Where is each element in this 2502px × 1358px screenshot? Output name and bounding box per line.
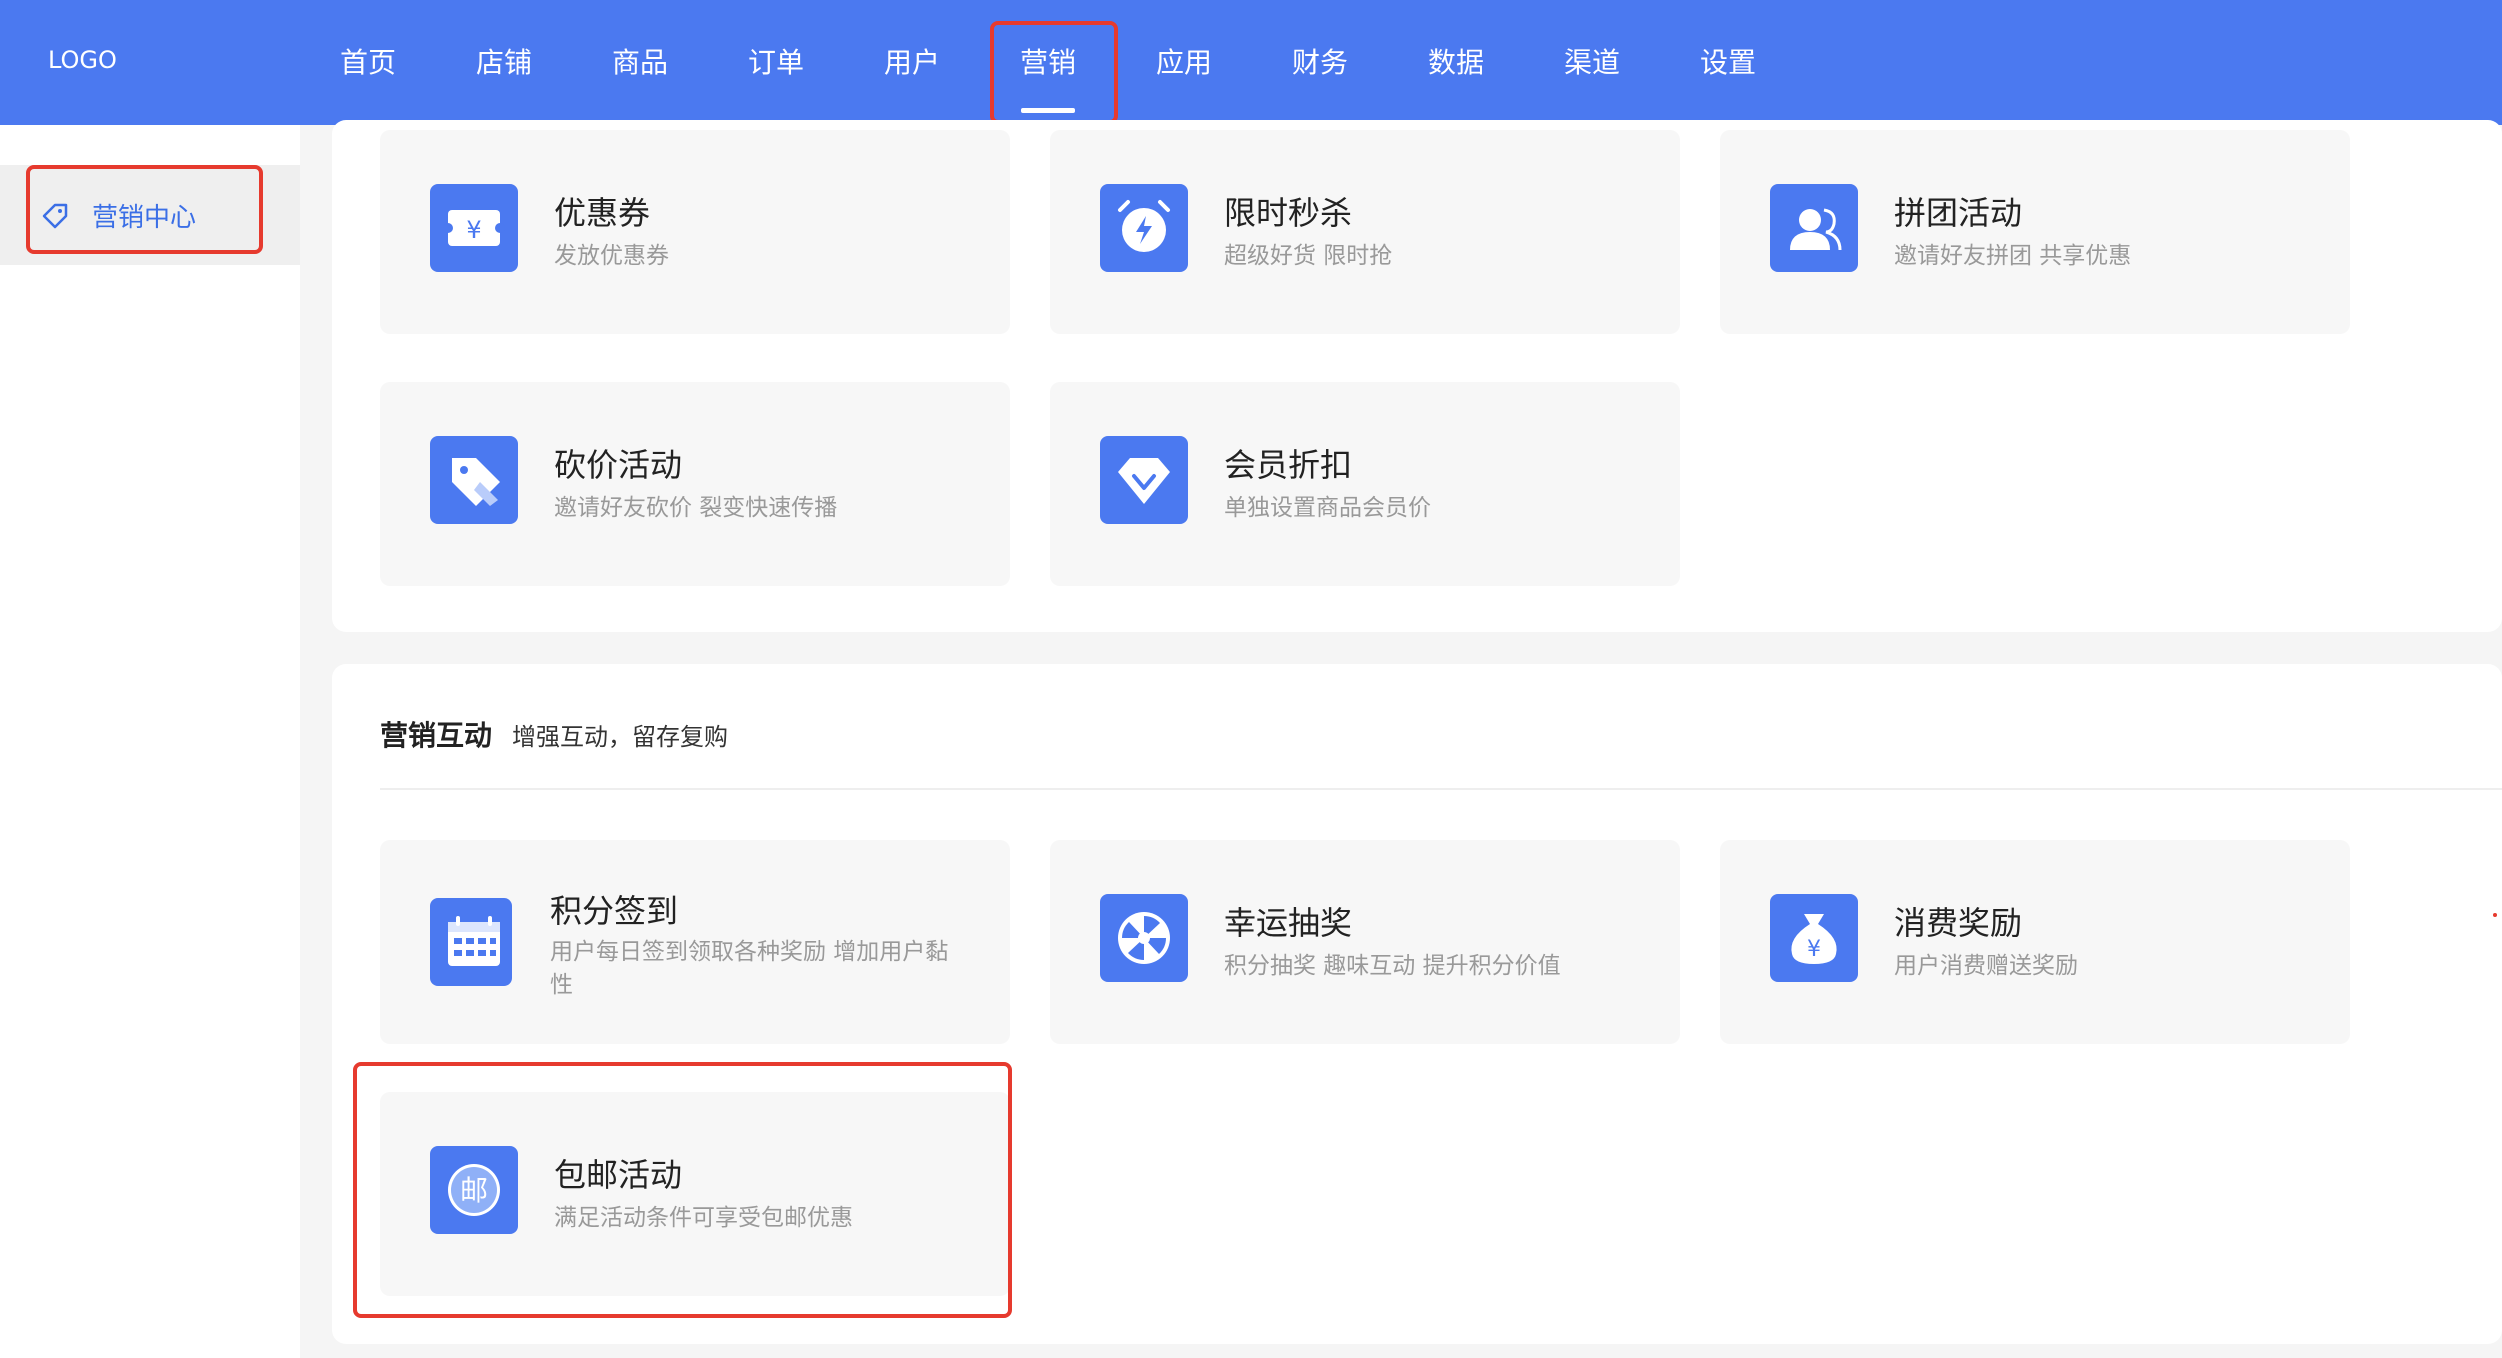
- nav-settings[interactable]: 设置: [1698, 0, 1758, 125]
- card-bargain[interactable]: 砍价活动 邀请好友砍价 裂变快速传播: [380, 382, 1010, 586]
- card-flash-sale[interactable]: 限时秒杀 超级好货 限时抢: [1050, 130, 1680, 334]
- card-title: 积分签到: [550, 892, 679, 930]
- money-bag-icon: ¥: [1770, 894, 1858, 982]
- sidebar: 营销中心: [0, 125, 300, 1358]
- card-title: 会员折扣: [1224, 446, 1353, 484]
- card-desc: 单独设置商品会员价: [1224, 495, 1431, 521]
- card-lucky-draw[interactable]: 幸运抽奖 积分抽奖 趣味互动 提升积分价值: [1050, 840, 1680, 1044]
- card-member-discount[interactable]: 会员折扣 单独设置商品会员价: [1050, 382, 1680, 586]
- card-desc: 邀请好友砍价 裂变快速传播: [554, 495, 838, 521]
- card-title: 砍价活动: [554, 446, 683, 484]
- section-subtitle: 增强互动，留存复购: [512, 723, 728, 751]
- card-group-buy[interactable]: 拼团活动 邀请好友拼团 共享优惠: [1720, 130, 2350, 334]
- svg-text:¥: ¥: [466, 216, 481, 244]
- svg-text:¥: ¥: [1807, 937, 1821, 962]
- card-title: 拼团活动: [1894, 194, 2023, 232]
- calendar-icon: [430, 898, 512, 986]
- card-desc: 邀请好友拼团 共享优惠: [1894, 243, 2132, 269]
- nav-products[interactable]: 商品: [610, 0, 670, 125]
- coupon-icon: ¥: [430, 184, 518, 272]
- group-users-icon: [1770, 184, 1858, 272]
- card-title: 限时秒杀: [1224, 194, 1353, 232]
- nav-store[interactable]: 店铺: [474, 0, 534, 125]
- diamond-icon: [1100, 436, 1188, 524]
- card-coupon[interactable]: ¥ 优惠券 发放优惠券: [380, 130, 1010, 334]
- card-desc: 发放优惠券: [554, 243, 669, 269]
- nav-finance[interactable]: 财务: [1290, 0, 1350, 125]
- lucky-wheel-icon: [1100, 894, 1188, 982]
- card-title: 优惠券: [554, 194, 651, 232]
- nav-orders[interactable]: 订单: [746, 0, 806, 125]
- card-desc: 超级好货 限时抢: [1224, 243, 1393, 269]
- card-title: 消费奖励: [1894, 904, 2023, 942]
- card-desc: 积分抽奖 趣味互动 提升积分价值: [1224, 953, 1561, 979]
- logo: LOGO: [48, 46, 117, 74]
- promo-tools-panel: ¥ 优惠券 发放优惠券 限时秒杀 超级好货 限时抢 拼团活动 邀请好友拼团 共享…: [332, 120, 2502, 632]
- nav-data[interactable]: 数据: [1426, 0, 1486, 125]
- free-shipping-highlight: [353, 1062, 1012, 1318]
- card-points-checkin[interactable]: 积分签到 用户每日签到领取各种奖励 增加用户黏性: [380, 840, 1010, 1044]
- alarm-clock-icon: [1100, 184, 1188, 272]
- section-title: 营销互动: [380, 719, 493, 752]
- nav-apps[interactable]: 应用: [1154, 0, 1214, 125]
- nav-marketing-highlight: [990, 21, 1118, 124]
- card-title: 幸运抽奖: [1224, 904, 1353, 942]
- card-desc: 用户消费赠送奖励: [1894, 953, 2078, 979]
- card-desc: 用户每日签到领取各种奖励 增加用户黏性: [550, 939, 949, 998]
- top-nav-bar: LOGO 首页 店铺 商品 订单 用户 营销 应用 财务 数据 渠道 设置: [0, 0, 2502, 125]
- sidebar-highlight: [26, 165, 263, 254]
- price-tag-icon: [430, 436, 518, 524]
- nav-channels[interactable]: 渠道: [1562, 0, 1622, 125]
- nav-users[interactable]: 用户: [882, 0, 942, 125]
- red-dot-marker: [2493, 913, 2497, 917]
- section-divider: [380, 788, 2502, 790]
- nav-home[interactable]: 首页: [338, 0, 398, 125]
- card-spend-reward[interactable]: ¥ 消费奖励 用户消费赠送奖励: [1720, 840, 2350, 1044]
